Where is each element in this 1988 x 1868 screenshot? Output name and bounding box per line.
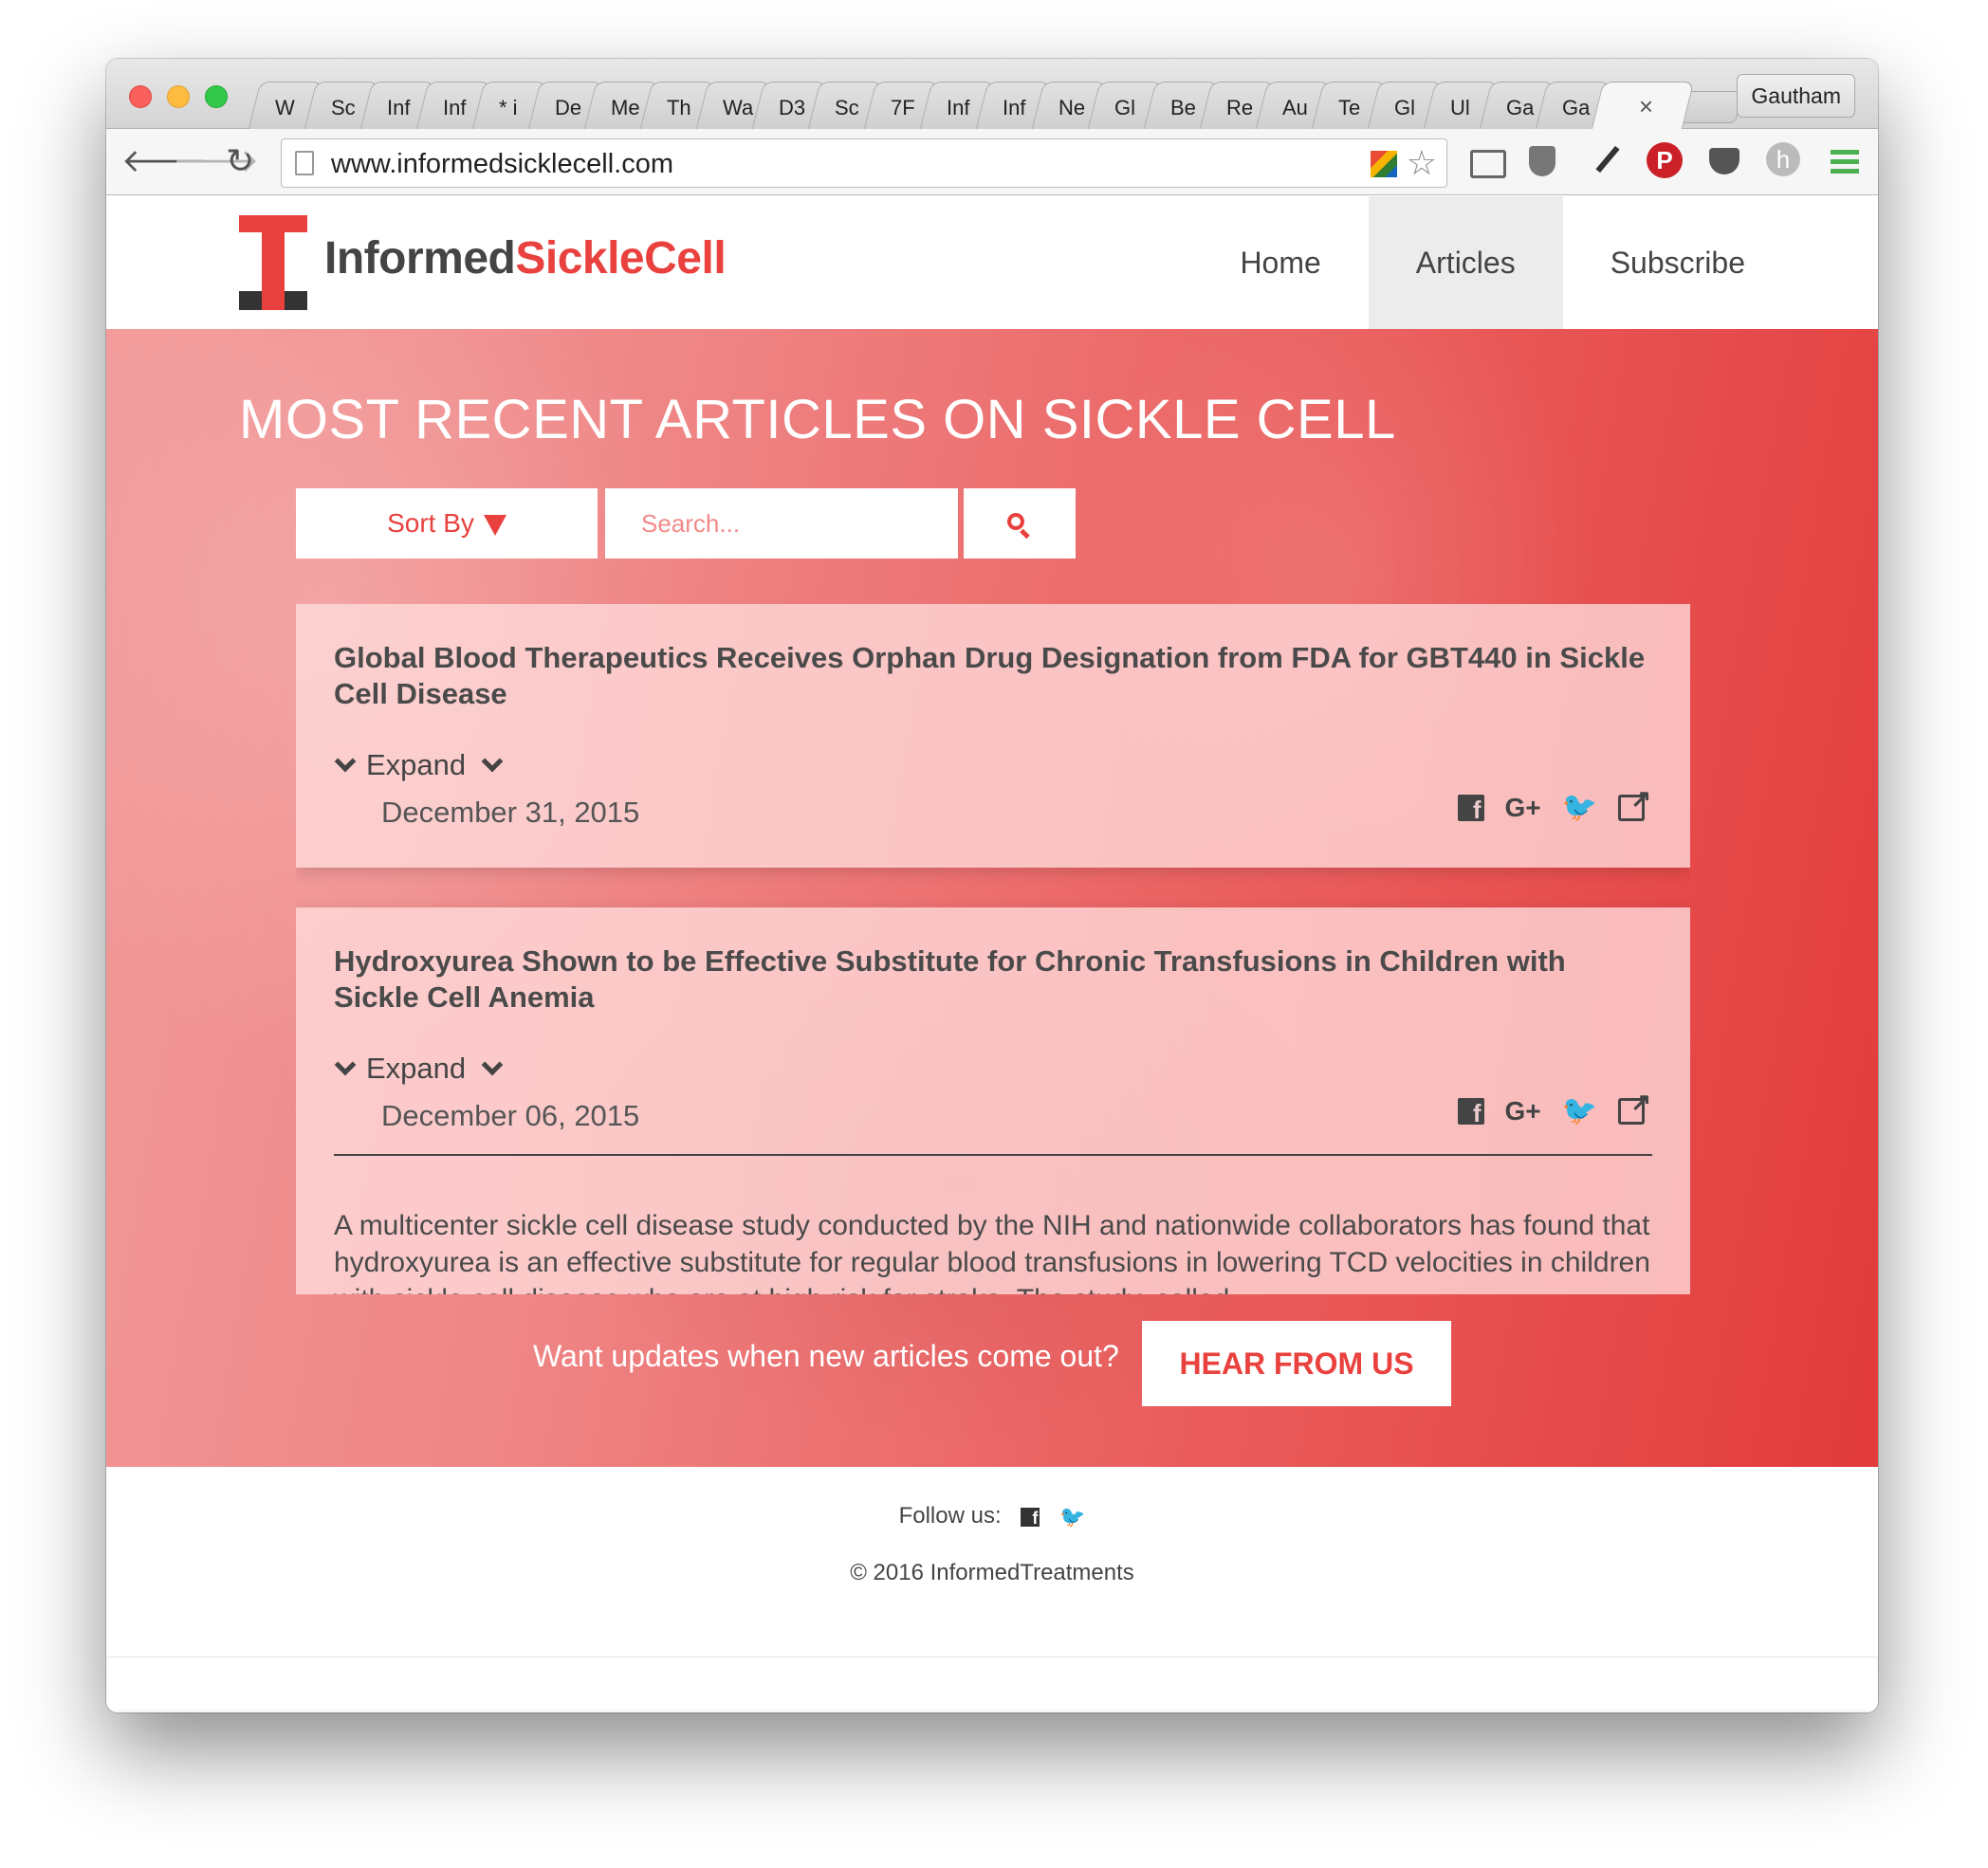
article-card: Hydroxyurea Shown to be Effective Substi… (296, 907, 1690, 1294)
facebook-icon[interactable]: f (1021, 1507, 1040, 1528)
articles-hero: MOST RECENT ARTICLES ON SICKLE CELL Sort… (106, 329, 1878, 1467)
subscribe-prompt: Want updates when new articles come out? (533, 1339, 1119, 1373)
twitter-icon[interactable]: 🐦 (1562, 1095, 1597, 1127)
facebook-icon[interactable]: f (1457, 1098, 1484, 1127)
article-excerpt: A multicenter sickle cell disease study … (334, 1210, 1650, 1294)
ublock-icon[interactable] (1523, 142, 1561, 180)
web-page: InformedSickleCell Home Articles Subscri… (106, 196, 1878, 1712)
article-list: Global Blood Therapeutics Receives Orpha… (296, 604, 1690, 1294)
follow-us: Follow us: f 🐦 (106, 1503, 1878, 1529)
chevron-down-icon (481, 1053, 504, 1076)
chevron-down-icon (481, 750, 504, 773)
expand-toggle[interactable]: Expand (334, 748, 504, 782)
divider (334, 1154, 1652, 1156)
expand-toggle[interactable]: Expand (334, 1052, 504, 1086)
share-buttons: f G+ 🐦 (1457, 1086, 1651, 1127)
google-plus-icon[interactable]: G+ (1505, 792, 1541, 824)
nav-articles[interactable]: Articles (1368, 196, 1563, 329)
brand-part-sicklecell: SickleCell (515, 233, 727, 284)
expand-label: Expand (366, 748, 467, 781)
site-logo-icon[interactable] (239, 215, 307, 310)
tab-strip: W Sc Inf Inf * i De Me Th Wa D3 Sc 7F In… (106, 59, 1878, 129)
hear-from-us-button[interactable]: HEAR FROM US (1142, 1321, 1451, 1406)
chevron-down-icon (334, 750, 357, 773)
external-link-icon[interactable] (1618, 782, 1651, 821)
search-button[interactable] (964, 488, 1076, 559)
page-bottom-strip (106, 1657, 1878, 1712)
brand-part-informed: Informed (324, 233, 516, 284)
eyedropper-icon[interactable] (1588, 142, 1626, 180)
share-buttons: f G+ 🐦 (1457, 782, 1651, 824)
pinterest-icon[interactable] (1645, 142, 1683, 180)
pocket-icon[interactable] (1705, 142, 1743, 180)
bookmark-star-icon[interactable]: ☆ (1407, 143, 1437, 183)
site-brand[interactable]: InformedSickleCell (324, 232, 727, 284)
search-icon (1007, 513, 1024, 530)
reload-icon[interactable]: ↻ (226, 142, 254, 180)
sort-by-label: Sort By (387, 508, 474, 538)
page-icon (295, 151, 314, 175)
zoom-window-button[interactable] (205, 85, 228, 108)
chrome-menu-icon[interactable] (1825, 142, 1863, 180)
site-header: InformedSickleCell Home Articles Subscri… (106, 196, 1878, 329)
cast-icon[interactable] (1466, 142, 1506, 180)
follow-label: Follow us: (898, 1503, 1002, 1529)
url-text[interactable]: www.informedsicklecell.com (331, 149, 673, 180)
article-date: December 06, 2015 (381, 1099, 640, 1132)
nav-home[interactable]: Home (1192, 196, 1368, 329)
browser-toolbar: 🡐 🡒 ↻ www.informedsicklecell.com ☆ (106, 129, 1878, 195)
profile-button[interactable]: Gautham (1737, 74, 1855, 118)
google-plus-icon[interactable]: G+ (1505, 1095, 1541, 1127)
main-nav: Home Articles Subscribe (1192, 196, 1878, 329)
search-input[interactable] (605, 488, 958, 559)
nav-subscribe[interactable]: Subscribe (1563, 196, 1793, 329)
extension-icon[interactable] (1371, 151, 1397, 177)
twitter-icon[interactable]: 🐦 (1059, 1505, 1085, 1529)
active-browser-tab[interactable]: × (1591, 82, 1695, 129)
page-title: MOST RECENT ARTICLES ON SICKLE CELL (239, 389, 1396, 450)
chevron-down-icon (334, 1053, 357, 1076)
facebook-icon[interactable]: f (1457, 795, 1484, 824)
site-footer: Follow us: f 🐦 © 2016 InformedTreatments (106, 1467, 1878, 1657)
minimize-window-button[interactable] (167, 85, 190, 108)
twitter-icon[interactable]: 🐦 (1562, 792, 1597, 824)
copyright-text: © 2016 InformedTreatments (850, 1560, 1134, 1585)
close-window-button[interactable] (129, 85, 152, 108)
close-tab-icon[interactable]: × (1599, 82, 1688, 121)
h-extension-icon[interactable] (1764, 142, 1802, 180)
article-title[interactable]: Global Blood Therapeutics Receives Orpha… (334, 640, 1652, 712)
address-bar[interactable]: www.informedsicklecell.com ☆ (281, 138, 1447, 188)
article-card: Global Blood Therapeutics Receives Orpha… (296, 604, 1690, 868)
sort-by-dropdown[interactable]: Sort By (296, 488, 598, 559)
article-date: December 31, 2015 (381, 796, 640, 829)
external-link-icon[interactable] (1618, 1086, 1651, 1125)
article-title[interactable]: Hydroxyurea Shown to be Effective Substi… (334, 943, 1652, 1016)
expand-label: Expand (366, 1052, 467, 1085)
caret-down-icon (483, 514, 506, 536)
browser-window: W Sc Inf Inf * i De Me Th Wa D3 Sc 7F In… (106, 59, 1878, 1712)
